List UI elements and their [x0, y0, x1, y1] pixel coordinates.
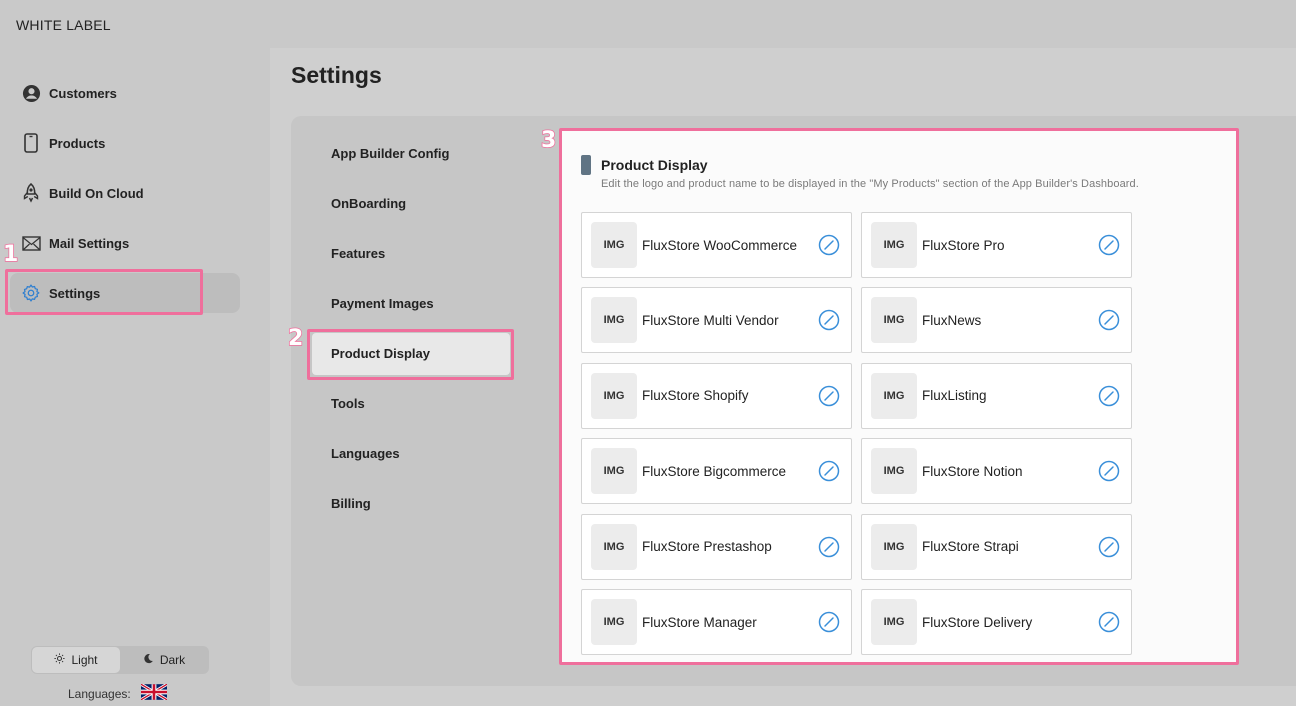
product-card[interactable]: IMG FluxStore Pro: [861, 212, 1132, 278]
page-title: Settings: [291, 62, 382, 88]
menu-item-features[interactable]: Features: [331, 246, 385, 261]
sidebar-item-label: Customers: [49, 85, 117, 101]
edit-icon[interactable]: [818, 611, 840, 633]
product-thumbnail: IMG: [871, 448, 917, 495]
top-bar: [270, 0, 1296, 48]
product-name: FluxStore Multi Vendor: [642, 312, 779, 328]
menu-item-languages[interactable]: Languages: [331, 446, 400, 461]
product-card[interactable]: IMG FluxListing: [861, 362, 1132, 429]
section-title: Product Display: [601, 157, 708, 173]
edit-icon[interactable]: [1098, 385, 1120, 407]
edit-icon[interactable]: [1098, 611, 1120, 633]
sidebar: WHITE LABEL Customers Products Build On …: [0, 0, 270, 706]
edit-icon[interactable]: [1098, 309, 1120, 331]
product-name: FluxStore Prestashop: [642, 539, 772, 555]
product-thumbnail: IMG: [591, 372, 637, 419]
annotation-number-1: 1: [2, 241, 19, 268]
sidebar-item-label: Mail Settings: [49, 235, 130, 251]
product-thumbnail: IMG: [591, 448, 637, 495]
menu-item-billing[interactable]: Billing: [331, 496, 371, 511]
product-thumbnail: IMG: [591, 222, 637, 268]
section-accent-bar: [581, 155, 591, 175]
product-card[interactable]: IMG FluxStore Notion: [861, 438, 1132, 505]
sidebar-item-label: Build On Cloud: [49, 185, 144, 201]
mail-icon: [21, 233, 41, 253]
moon-icon: [143, 653, 154, 667]
menu-item-onboarding[interactable]: OnBoarding: [331, 196, 406, 211]
edit-icon[interactable]: [1098, 234, 1120, 256]
edit-icon[interactable]: [818, 460, 840, 482]
language-selector[interactable]: Languages:: [68, 682, 168, 703]
menu-item-app-builder-config[interactable]: App Builder Config: [331, 146, 449, 161]
dark-theme-button[interactable]: Dark: [120, 647, 208, 673]
product-card[interactable]: IMG FluxStore WooCommerce: [581, 212, 852, 278]
sidebar-item-customers[interactable]: Customers: [10, 73, 240, 113]
product-card[interactable]: IMG FluxStore Strapi: [861, 513, 1132, 580]
sidebar-item-label: Products: [49, 135, 106, 151]
product-card[interactable]: IMG FluxStore Prestashop: [581, 513, 852, 580]
product-thumbnail: IMG: [591, 297, 637, 344]
product-card[interactable]: IMG FluxNews: [861, 287, 1132, 354]
sidebar-item-mail-settings[interactable]: Mail Settings: [10, 223, 240, 263]
sidebar-item-build-on-cloud[interactable]: Build On Cloud: [10, 173, 240, 213]
dark-theme-label: Dark: [159, 653, 186, 667]
annotation-number-3: 3: [540, 127, 557, 154]
product-card[interactable]: IMG FluxStore Shopify: [581, 362, 852, 429]
product-thumbnail: IMG: [591, 599, 637, 645]
product-thumbnail: IMG: [871, 222, 917, 268]
product-name: FluxNews: [922, 312, 982, 328]
edit-icon[interactable]: [818, 536, 840, 558]
product-name: FluxStore Manager: [642, 614, 757, 630]
brand-title: WHITE LABEL: [16, 17, 111, 33]
product-name: FluxStore Strapi: [922, 539, 1019, 555]
rocket-icon: [21, 183, 41, 203]
sidebar-item-label: Settings: [49, 285, 101, 301]
edit-icon[interactable]: [818, 309, 840, 331]
user-circle-icon: [21, 83, 41, 103]
product-thumbnail: IMG: [871, 523, 917, 570]
theme-toggle: Light Dark: [31, 646, 209, 674]
uk-flag-icon: [139, 682, 168, 703]
product-name: FluxStore WooCommerce: [642, 237, 798, 253]
gear-icon: [21, 283, 41, 303]
product-name: FluxStore Shopify: [642, 388, 749, 404]
product-name: FluxStore Bigcommerce: [642, 463, 787, 479]
section-description: Edit the logo and product name to be dis…: [601, 178, 1139, 190]
edit-icon[interactable]: [1098, 460, 1120, 482]
menu-item-tools[interactable]: Tools: [331, 396, 365, 411]
sidebar-item-settings[interactable]: Settings: [10, 273, 240, 313]
phone-icon: [21, 133, 41, 153]
edit-icon[interactable]: [1098, 536, 1120, 558]
sidebar-item-products[interactable]: Products: [10, 123, 240, 163]
product-card[interactable]: IMG FluxStore Delivery: [861, 589, 1132, 655]
product-thumbnail: IMG: [871, 599, 917, 645]
product-card[interactable]: IMG FluxStore Multi Vendor: [581, 287, 852, 354]
languages-label: Languages:: [68, 686, 131, 701]
product-name: FluxStore Pro: [922, 237, 1005, 253]
product-thumbnail: IMG: [871, 297, 917, 344]
product-name: FluxStore Delivery: [922, 614, 1033, 630]
sun-icon: [54, 653, 66, 667]
menu-item-payment-images[interactable]: Payment Images: [331, 296, 434, 311]
product-thumbnail: IMG: [871, 372, 917, 419]
product-card[interactable]: IMG FluxStore Bigcommerce: [581, 438, 852, 505]
light-theme-button[interactable]: Light: [32, 647, 120, 673]
product-thumbnail: IMG: [591, 523, 637, 570]
product-card[interactable]: IMG FluxStore Manager: [581, 589, 852, 655]
menu-item-product-display[interactable]: Product Display: [331, 346, 430, 361]
product-name: FluxStore Notion: [922, 463, 1023, 479]
product-name: FluxListing: [922, 388, 987, 404]
edit-icon[interactable]: [818, 234, 840, 256]
light-theme-label: Light: [71, 653, 98, 667]
edit-icon[interactable]: [818, 385, 840, 407]
annotation-number-2: 2: [287, 325, 304, 352]
